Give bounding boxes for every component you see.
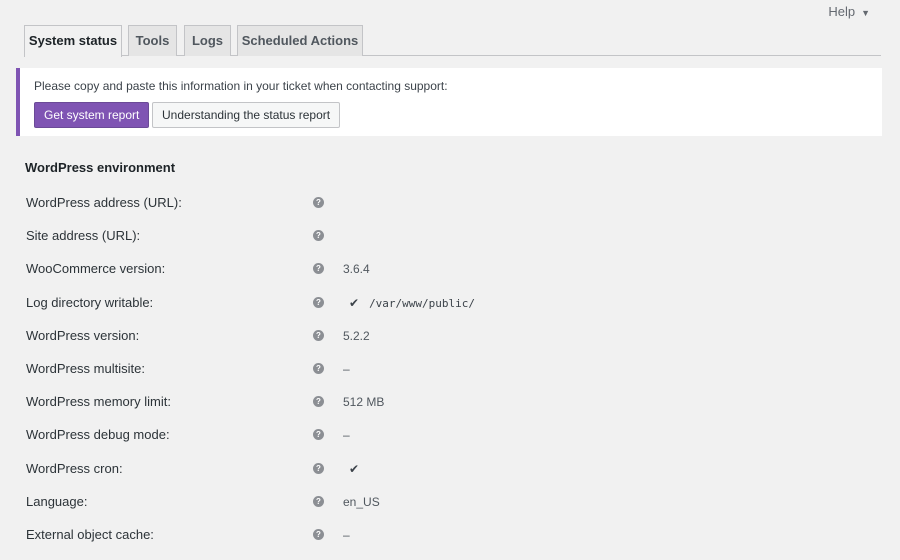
- help-tip-icon[interactable]: ?: [313, 296, 324, 308]
- help-tip-icon[interactable]: ?: [313, 462, 324, 474]
- caret-down-icon: ▼: [861, 8, 870, 18]
- row-value: ✔: [343, 459, 369, 479]
- row-value: 3.6.4: [343, 259, 370, 279]
- row-value-text: –: [343, 362, 350, 376]
- help-tip-icon[interactable]: ?: [313, 197, 324, 208]
- help-tip-icon[interactable]: ?: [313, 263, 324, 275]
- table-row: WordPress address (URL):?: [0, 193, 900, 226]
- help-tip-icon[interactable]: ?: [313, 429, 324, 441]
- row-value-text: en_US: [343, 494, 380, 509]
- help-label: Help: [828, 4, 856, 19]
- table-row: WooCommerce version:? 3.6.4: [0, 259, 900, 292]
- row-value-text: –: [343, 528, 350, 542]
- notice-text: Please copy and paste this information i…: [34, 79, 448, 93]
- help-tip-icon[interactable]: ?: [313, 363, 324, 374]
- row-value-text: –: [343, 428, 350, 443]
- row-value-text: 3.6.4: [343, 262, 370, 277]
- row-value: ✔ /var/www/public/: [343, 293, 475, 314]
- checkmark-icon: ✔: [349, 295, 360, 310]
- help-tip-icon[interactable]: ?: [313, 529, 324, 540]
- help-tip-icon[interactable]: ?: [313, 495, 324, 507]
- table-row: Log directory writable:? ✔ /var/www/public…: [0, 293, 900, 326]
- row-value-text: 5.2.2: [343, 328, 370, 343]
- tab-scheduled-actions[interactable]: Scheduled Actions: [237, 25, 363, 56]
- understanding-status-report-button[interactable]: Understanding the status report: [152, 102, 341, 128]
- support-notice: Please copy and paste this information i…: [16, 68, 882, 136]
- row-label: WordPress multisite:: [26, 361, 145, 376]
- row-label: Log directory writable:: [26, 294, 154, 310]
- tab-logs[interactable]: Logs: [184, 25, 231, 56]
- row-value: 5.2.2: [343, 326, 370, 346]
- row-value: –: [343, 425, 350, 445]
- help-tip-icon[interactable]: ?: [313, 329, 324, 341]
- row-value: –: [343, 359, 350, 379]
- row-label: WooCommerce version:: [26, 261, 166, 277]
- row-label: Language:: [26, 493, 88, 509]
- row-label: WordPress cron:: [26, 460, 123, 476]
- row-label: WordPress debug mode:: [26, 427, 170, 443]
- table-row: WordPress version:? 5.2.2: [0, 326, 900, 359]
- row-label: WordPress address (URL):: [26, 195, 182, 210]
- tab-system-status[interactable]: System status: [24, 25, 122, 57]
- help-tip-icon[interactable]: ?: [313, 230, 324, 242]
- row-value-text: 512 MB: [343, 395, 385, 410]
- row-value: en_US: [343, 492, 380, 512]
- row-label: External object cache:: [26, 527, 154, 542]
- table-row: WordPress memory limit:? 512 MB: [0, 392, 900, 425]
- table-row: WordPress multisite:? –: [0, 359, 900, 392]
- section-title: WordPress environment: [25, 160, 176, 175]
- help-tip-icon[interactable]: ?: [313, 396, 324, 408]
- table-row: Site address (URL):?: [0, 226, 900, 259]
- checkmark-icon: ✔: [349, 461, 360, 476]
- table-row: External object cache:? –: [0, 525, 900, 558]
- row-value: 512 MB: [343, 392, 384, 412]
- tab-tools[interactable]: Tools: [128, 25, 177, 56]
- row-value: –: [343, 525, 350, 545]
- help-tab[interactable]: Help ▼: [828, 4, 870, 19]
- table-row: WordPress debug mode:? –: [0, 425, 900, 458]
- row-label: WordPress memory limit:: [26, 394, 171, 410]
- row-label: Site address (URL):: [26, 228, 141, 244]
- row-label: WordPress version:: [26, 327, 140, 343]
- row-value-text: /var/www/public/: [369, 296, 476, 310]
- tab-bar: System status Tools Logs Scheduled Actio…: [24, 25, 881, 57]
- table-row: Language:? en_US: [0, 492, 900, 525]
- table-row: WordPress cron:? ✔: [0, 459, 900, 492]
- get-system-report-button[interactable]: Get system report: [34, 102, 150, 128]
